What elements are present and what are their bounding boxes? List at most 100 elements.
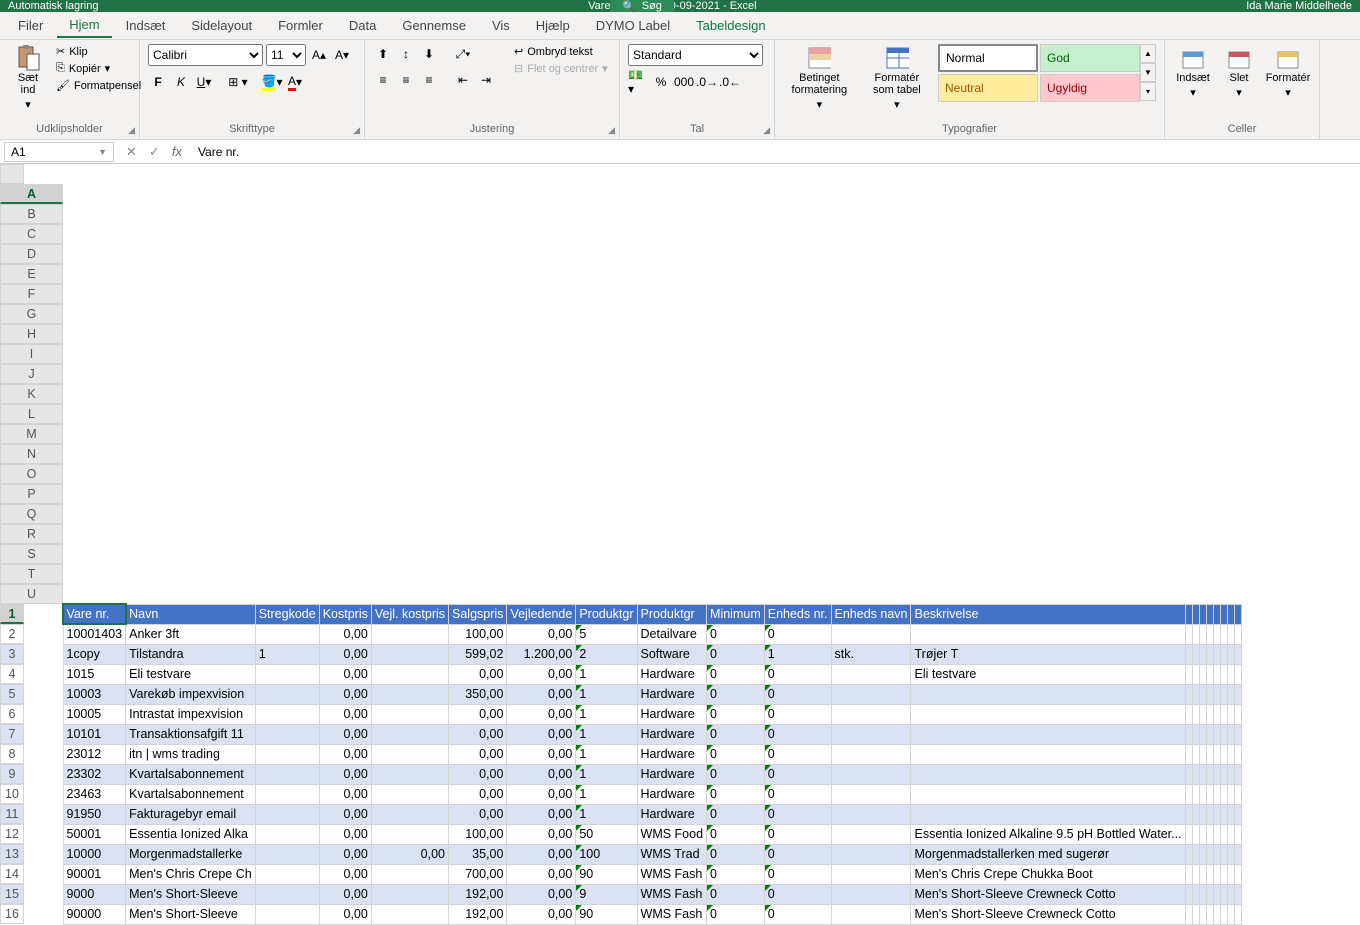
cell-O16[interactable] <box>1192 904 1199 924</box>
tab-indsaet[interactable]: Indsæt <box>114 14 178 37</box>
cell-J7[interactable]: 0 <box>707 724 765 744</box>
cell-P12[interactable] <box>1199 824 1206 844</box>
cell-T11[interactable] <box>1227 804 1234 824</box>
col-header-G[interactable]: G <box>0 304 63 324</box>
cell-P13[interactable] <box>1199 844 1206 864</box>
col-header-U[interactable]: U <box>0 584 63 604</box>
cell-N12[interactable] <box>1185 824 1192 844</box>
cell-O1[interactable] <box>1192 604 1199 624</box>
cell-R1[interactable] <box>1213 604 1220 624</box>
name-box[interactable]: A1▼ <box>4 142 114 162</box>
cell-D16[interactable]: 0,00 <box>319 904 371 924</box>
cell-B12[interactable]: Essentia Ionized Alka <box>126 824 256 844</box>
cell-U4[interactable] <box>1234 664 1241 684</box>
cell-P1[interactable] <box>1199 604 1206 624</box>
cell-M11[interactable] <box>911 804 1185 824</box>
cell-J12[interactable]: 0 <box>707 824 765 844</box>
cell-L10[interactable] <box>831 784 911 804</box>
col-header-H[interactable]: H <box>0 324 63 344</box>
cell-B11[interactable]: Fakturagebyr email <box>126 804 256 824</box>
cell-I2[interactable]: Detailvare <box>637 624 707 644</box>
cell-L14[interactable] <box>831 864 911 884</box>
cell-K8[interactable]: 0 <box>764 744 831 764</box>
row-header-5[interactable]: 5 <box>0 684 24 704</box>
cell-N9[interactable] <box>1185 764 1192 784</box>
cell-D1[interactable]: Kostpris <box>319 604 371 624</box>
cell-P3[interactable] <box>1199 644 1206 664</box>
row-header-8[interactable]: 8 <box>0 744 24 764</box>
cell-K13[interactable]: 0 <box>764 844 831 864</box>
cell-A4[interactable]: 1015 <box>63 664 126 684</box>
cell-C15[interactable] <box>255 884 319 904</box>
cell-M10[interactable] <box>911 784 1185 804</box>
cell-E10[interactable] <box>371 784 448 804</box>
cell-J8[interactable]: 0 <box>707 744 765 764</box>
cell-C11[interactable] <box>255 804 319 824</box>
cell-A11[interactable]: 91950 <box>63 804 126 824</box>
cell-Q13[interactable] <box>1206 844 1213 864</box>
cell-I11[interactable]: Hardware <box>637 804 707 824</box>
clipboard-launcher[interactable]: ◢ <box>128 125 135 136</box>
cell-G6[interactable]: 0,00 <box>507 704 576 724</box>
cell-R5[interactable] <box>1213 684 1220 704</box>
cell-N2[interactable] <box>1185 624 1192 644</box>
cell-S9[interactable] <box>1220 764 1227 784</box>
cell-P4[interactable] <box>1199 664 1206 684</box>
conditional-formatting-button[interactable]: Betinget formatering▾ <box>783 44 856 113</box>
cell-N14[interactable] <box>1185 864 1192 884</box>
cell-L8[interactable] <box>831 744 911 764</box>
cell-B1[interactable]: Navn <box>126 604 256 624</box>
cell-P14[interactable] <box>1199 864 1206 884</box>
cell-G3[interactable]: 1.200,00 <box>507 644 576 664</box>
align-right-icon[interactable]: ≡ <box>419 70 439 90</box>
cell-L13[interactable] <box>831 844 911 864</box>
align-bottom-icon[interactable]: ⬇ <box>419 44 439 64</box>
cell-B4[interactable]: Eli testvare <box>126 664 256 684</box>
cell-C16[interactable] <box>255 904 319 924</box>
cell-O2[interactable] <box>1192 624 1199 644</box>
cell-N10[interactable] <box>1185 784 1192 804</box>
row-header-11[interactable]: 11 <box>0 804 24 824</box>
cell-A16[interactable]: 90000 <box>63 904 126 924</box>
comma-format-icon[interactable]: 000 <box>674 72 694 92</box>
cell-F8[interactable]: 0,00 <box>449 744 507 764</box>
cell-M7[interactable] <box>911 724 1185 744</box>
font-size-select[interactable]: 11 <box>266 44 306 66</box>
cell-T9[interactable] <box>1227 764 1234 784</box>
cell-F4[interactable]: 0,00 <box>449 664 507 684</box>
cell-F1[interactable]: Salgspris <box>449 604 507 624</box>
cell-P11[interactable] <box>1199 804 1206 824</box>
cell-T13[interactable] <box>1227 844 1234 864</box>
cell-O15[interactable] <box>1192 884 1199 904</box>
tab-sidelayout[interactable]: Sidelayout <box>179 14 264 37</box>
cell-L4[interactable] <box>831 664 911 684</box>
cell-A12[interactable]: 50001 <box>63 824 126 844</box>
decrease-font-icon[interactable]: A▾ <box>332 45 352 65</box>
cell-T3[interactable] <box>1227 644 1234 664</box>
cell-J11[interactable]: 0 <box>707 804 765 824</box>
cell-I7[interactable]: Hardware <box>637 724 707 744</box>
tab-hjem[interactable]: Hjem <box>57 13 111 38</box>
fill-color-button[interactable]: 🪣▾ <box>262 72 282 92</box>
cell-I10[interactable]: Hardware <box>637 784 707 804</box>
cell-L11[interactable] <box>831 804 911 824</box>
cell-A6[interactable]: 10005 <box>63 704 126 724</box>
cell-D6[interactable]: 0,00 <box>319 704 371 724</box>
cell-Q11[interactable] <box>1206 804 1213 824</box>
col-header-D[interactable]: D <box>0 244 63 264</box>
cell-D14[interactable]: 0,00 <box>319 864 371 884</box>
cell-I8[interactable]: Hardware <box>637 744 707 764</box>
cell-U7[interactable] <box>1234 724 1241 744</box>
cell-J10[interactable]: 0 <box>707 784 765 804</box>
cell-J2[interactable]: 0 <box>707 624 765 644</box>
cell-J3[interactable]: 0 <box>707 644 765 664</box>
col-header-A[interactable]: A <box>0 184 63 204</box>
cell-I13[interactable]: WMS Trad <box>637 844 707 864</box>
col-header-P[interactable]: P <box>0 484 63 504</box>
cell-Q8[interactable] <box>1206 744 1213 764</box>
col-header-K[interactable]: K <box>0 384 63 404</box>
cell-E11[interactable] <box>371 804 448 824</box>
cell-E8[interactable] <box>371 744 448 764</box>
cell-B15[interactable]: Men's Short-Sleeve <box>126 884 256 904</box>
cell-R11[interactable] <box>1213 804 1220 824</box>
